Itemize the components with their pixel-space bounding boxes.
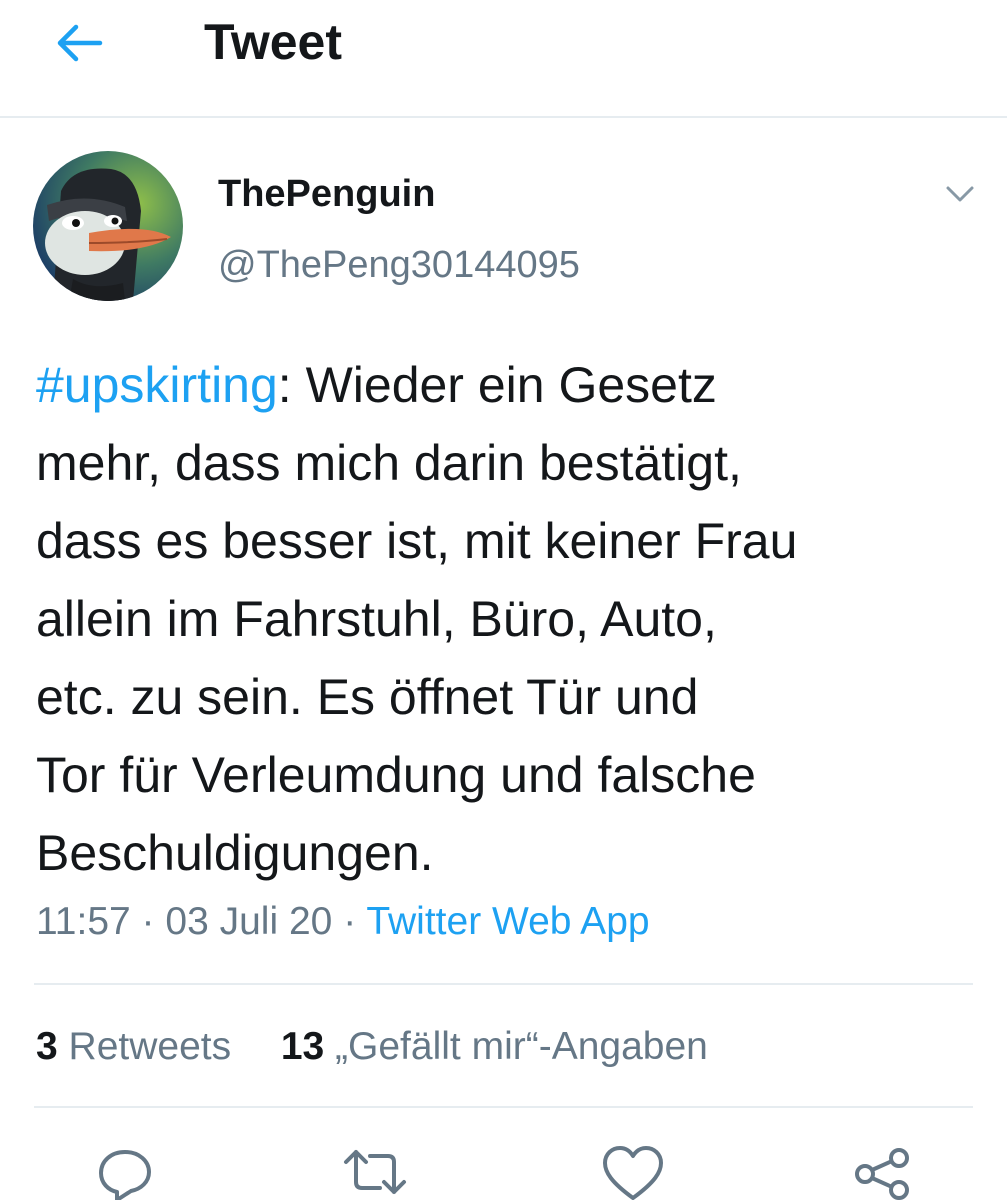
likes-stat[interactable]: 13 „Gefällt mir“-Angaben (281, 1025, 708, 1068)
arrow-left-icon (57, 24, 103, 62)
chevron-down-icon (946, 186, 974, 202)
retweet-icon (344, 1150, 406, 1194)
divider (34, 983, 973, 985)
likes-label: „Gefällt mir“-Angaben (335, 1025, 708, 1068)
author-display-name[interactable]: ThePenguin (218, 172, 435, 216)
more-options-button[interactable] (938, 176, 982, 212)
hashtag-link[interactable]: #upskirting (36, 357, 278, 413)
avatar[interactable] (33, 151, 183, 301)
tweet-body: : Wieder ein Gesetz mehr, dass mich dari… (36, 357, 798, 881)
tweet-date: 03 Juli 20 (165, 900, 333, 943)
reply-button[interactable] (90, 1144, 160, 1204)
tweet-stats: 3 Retweets 13 „Gefällt mir“-Angaben (36, 1024, 708, 1070)
meta-separator: · (343, 900, 357, 943)
share-button[interactable] (848, 1144, 918, 1204)
author-handle[interactable]: @ThePeng30144095 (218, 243, 580, 287)
penguin-avatar-icon (33, 151, 183, 301)
like-icon (603, 1146, 663, 1200)
like-button[interactable] (598, 1144, 668, 1204)
meta-separator: · (141, 900, 155, 943)
tweet-time: 11:57 (36, 900, 131, 943)
retweets-stat[interactable]: 3 Retweets (36, 1025, 231, 1068)
divider (34, 1106, 973, 1108)
tweet-text: #upskirting: Wieder ein Gesetz mehr, das… (36, 346, 986, 892)
top-bar: Tweet (0, 0, 1007, 118)
tweet-source-link[interactable]: Twitter Web App (366, 900, 649, 943)
back-button[interactable] (50, 18, 108, 68)
page-title: Tweet (204, 14, 342, 70)
likes-count: 13 (280, 1025, 325, 1068)
retweets-count: 3 (36, 1025, 58, 1068)
share-icon (855, 1148, 909, 1200)
tweet-metadata: 11:57 · 03 Juli 20 · Twitter Web App (36, 899, 650, 945)
retweets-label: Retweets (68, 1025, 232, 1068)
retweet-button[interactable] (340, 1144, 410, 1204)
reply-icon (99, 1150, 151, 1200)
